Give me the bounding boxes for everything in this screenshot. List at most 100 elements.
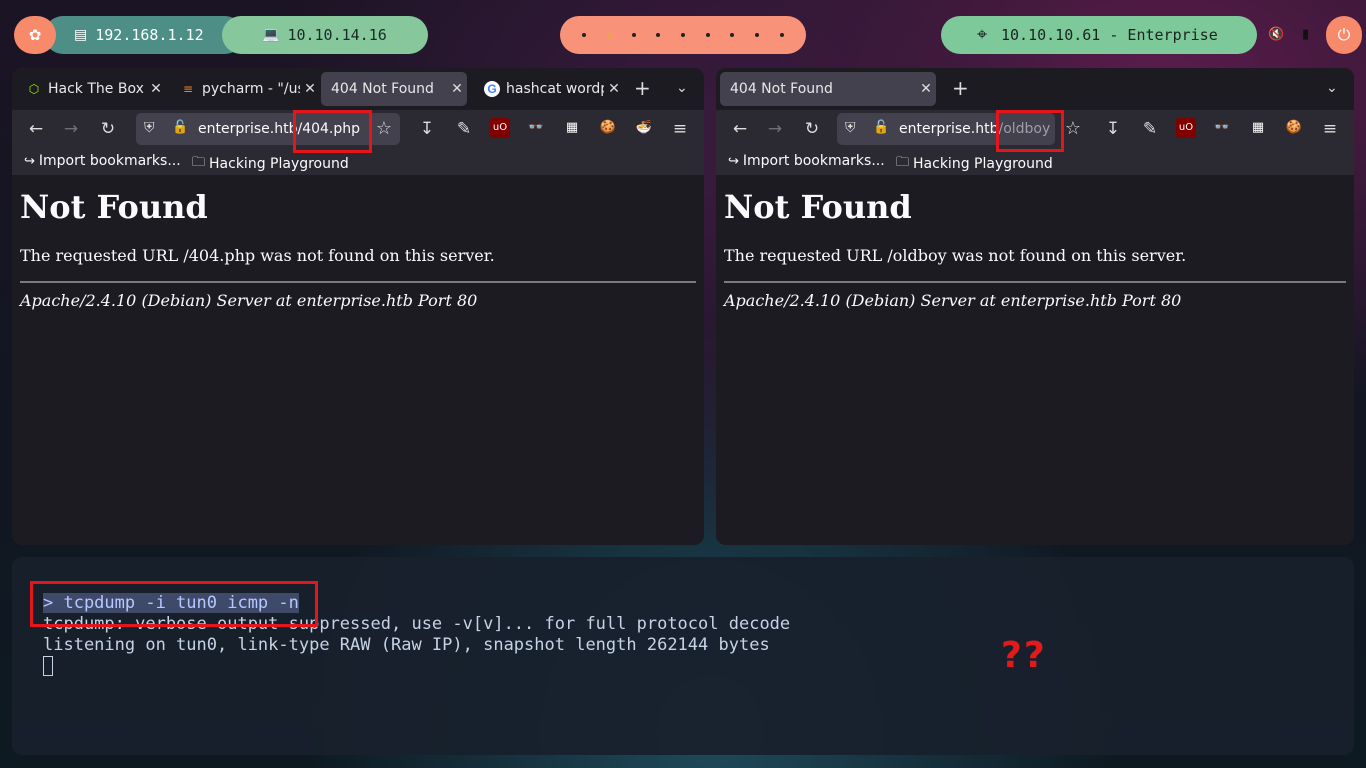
qr-code-icon[interactable]: ▦ [562, 118, 582, 138]
workspace-dot[interactable] [705, 33, 710, 37]
tab-label: 404 Not Found [730, 81, 833, 97]
extensions-puzzle-icon[interactable]: ✎ [453, 118, 475, 140]
cookie-icon[interactable]: 🍪 [1284, 118, 1304, 138]
ublock-icon[interactable]: uO [1176, 118, 1196, 138]
terminal-cursor [43, 656, 53, 676]
stackoverflow-icon: ≡ [182, 82, 194, 96]
page-title: Not Found [20, 188, 208, 226]
local-ip-pill[interactable]: ▤ 192.168.1.12 [44, 16, 244, 54]
bookmark-folder-hacking[interactable]: 🗀 Hacking Playground [896, 153, 1053, 175]
close-icon[interactable]: ✕ [604, 81, 624, 97]
network-icon: ▤ [74, 27, 88, 43]
back-button[interactable]: ← [729, 118, 751, 140]
laptop-icon: 💻 [262, 27, 280, 43]
forward-button[interactable]: → [764, 118, 786, 140]
bookmark-star-icon[interactable]: ☆ [373, 118, 395, 140]
page-content: Not Found The requested URL /oldboy was … [716, 176, 1354, 545]
server-signature: Apache/2.4.10 (Debian) Server at enterpr… [724, 291, 1182, 310]
bookmark-label: Hacking Playground [913, 156, 1053, 172]
power-button[interactable]: ⏻ [1326, 16, 1362, 54]
new-tab-button[interactable]: + [634, 78, 651, 98]
workspace-dot[interactable] [779, 33, 784, 37]
annotation-question-marks: ?? [1001, 635, 1047, 676]
close-icon[interactable]: ✕ [916, 81, 936, 97]
insecure-lock-icon[interactable]: 🔓 [873, 120, 889, 135]
workspace-dot[interactable] [754, 33, 759, 37]
url-path-highlight-box [996, 110, 1064, 152]
download-icon[interactable]: ↧ [1102, 118, 1124, 140]
tab-label: pycharm - "/us [202, 81, 300, 97]
ublock-icon[interactable]: uO [490, 118, 510, 138]
workspace-dot[interactable] [680, 33, 685, 37]
error-message: The requested URL /oldboy was not found … [724, 246, 1187, 265]
bookmark-folder-hacking[interactable]: 🗀 Hacking Playground [192, 153, 349, 175]
reload-button[interactable]: ↻ [97, 118, 119, 140]
battery-icon[interactable]: ▮ [1302, 27, 1309, 42]
page-title: Not Found [724, 188, 912, 226]
workspace-dot[interactable] [730, 33, 735, 37]
new-tab-button[interactable]: + [952, 78, 969, 98]
insecure-lock-icon[interactable]: 🔓 [172, 120, 188, 135]
shield-icon[interactable]: ⛨ [845, 120, 856, 136]
back-button[interactable]: ← [25, 118, 47, 140]
tab-pycharm[interactable]: ≡ pycharm - "/us ✕ [170, 72, 320, 106]
tab-hackthebox[interactable]: ⬡ Hack The Box ✕ [16, 72, 166, 106]
hamburger-menu-icon[interactable]: ≡ [669, 118, 691, 140]
tab-404-not-found[interactable]: 404 Not Found ✕ [321, 72, 467, 106]
target-pill[interactable]: ⌖ 10.10.10.61 - Enterprise [941, 16, 1257, 54]
url-host: enterprise.htb [899, 121, 999, 137]
tab-bar: 404 Not Found ✕ + ⌄ [716, 68, 1354, 110]
vpn-ip-pill[interactable]: 💻 10.10.14.16 [222, 16, 428, 54]
vpn-ip: 10.10.14.16 [287, 26, 387, 44]
spy-glasses-icon[interactable]: 👓 [1212, 118, 1232, 138]
workspace-switcher[interactable] [560, 16, 806, 54]
crosshair-icon: ⌖ [977, 24, 988, 45]
forward-button[interactable]: → [60, 118, 82, 140]
ramen-icon[interactable]: 🍜 [634, 118, 654, 138]
tab-label: Hack The Box [48, 81, 144, 97]
kali-dragon-icon: ✿ [28, 26, 42, 44]
import-icon: ↪ [728, 153, 739, 169]
tab-hashcat[interactable]: G hashcat wordp ✕ [474, 72, 624, 106]
page-content: Not Found The requested URL /404.php was… [12, 176, 704, 545]
close-icon[interactable]: ✕ [300, 81, 320, 97]
hamburger-menu-icon[interactable]: ≡ [1319, 118, 1341, 140]
folder-icon: 🗀 [896, 155, 910, 170]
bookmarks-toolbar: ↪ Import bookmarks... 🗀 Hacking Playgrou… [716, 148, 1354, 176]
spy-glasses-icon[interactable]: 👓 [526, 118, 546, 138]
download-icon[interactable]: ↧ [416, 118, 438, 140]
extensions-puzzle-icon[interactable]: ✎ [1139, 118, 1161, 140]
volume-muted-icon[interactable]: 🔇 [1268, 27, 1284, 42]
local-ip: 192.168.1.12 [95, 26, 204, 44]
workspace-dot[interactable] [656, 33, 661, 37]
chevron-down-icon[interactable]: ⌄ [1326, 80, 1338, 96]
shield-icon[interactable]: ⛨ [144, 120, 155, 136]
power-icon: ⏻ [1337, 25, 1351, 44]
url-host: enterprise.htb [198, 121, 298, 137]
bookmark-import[interactable]: ↪ Import bookmarks... [24, 153, 181, 169]
server-signature: Apache/2.4.10 (Debian) Server at enterpr… [20, 291, 478, 310]
bookmark-label: Hacking Playground [209, 156, 349, 172]
bookmark-star-icon[interactable]: ☆ [1062, 118, 1084, 140]
workspace-dot-active[interactable] [606, 33, 611, 37]
chevron-down-icon[interactable]: ⌄ [676, 80, 688, 96]
kali-menu-button[interactable]: ✿ [14, 16, 56, 54]
bookmark-import[interactable]: ↪ Import bookmarks... [728, 153, 885, 169]
tab-404-not-found[interactable]: 404 Not Found ✕ [720, 72, 936, 106]
reload-button[interactable]: ↻ [801, 118, 823, 140]
cookie-icon[interactable]: 🍪 [598, 118, 618, 138]
close-icon[interactable]: ✕ [447, 81, 467, 97]
google-icon: G [484, 81, 500, 97]
bookmark-label: Import bookmarks... [742, 153, 885, 169]
qr-code-icon[interactable]: ▦ [1248, 118, 1268, 138]
tab-label: hashcat wordp [506, 81, 604, 97]
workspace-dot[interactable] [582, 33, 587, 37]
tab-bar: ⬡ Hack The Box ✕ ≡ pycharm - "/us ✕ 404 … [12, 68, 704, 110]
htb-cube-icon: ⬡ [28, 82, 40, 96]
divider [724, 281, 1346, 283]
tab-label: 404 Not Found [331, 81, 434, 97]
folder-icon: 🗀 [192, 155, 206, 170]
terminal-output-line: listening on tun0, link-type RAW (Raw IP… [43, 635, 770, 655]
workspace-dot[interactable] [631, 33, 636, 37]
close-icon[interactable]: ✕ [146, 81, 166, 97]
